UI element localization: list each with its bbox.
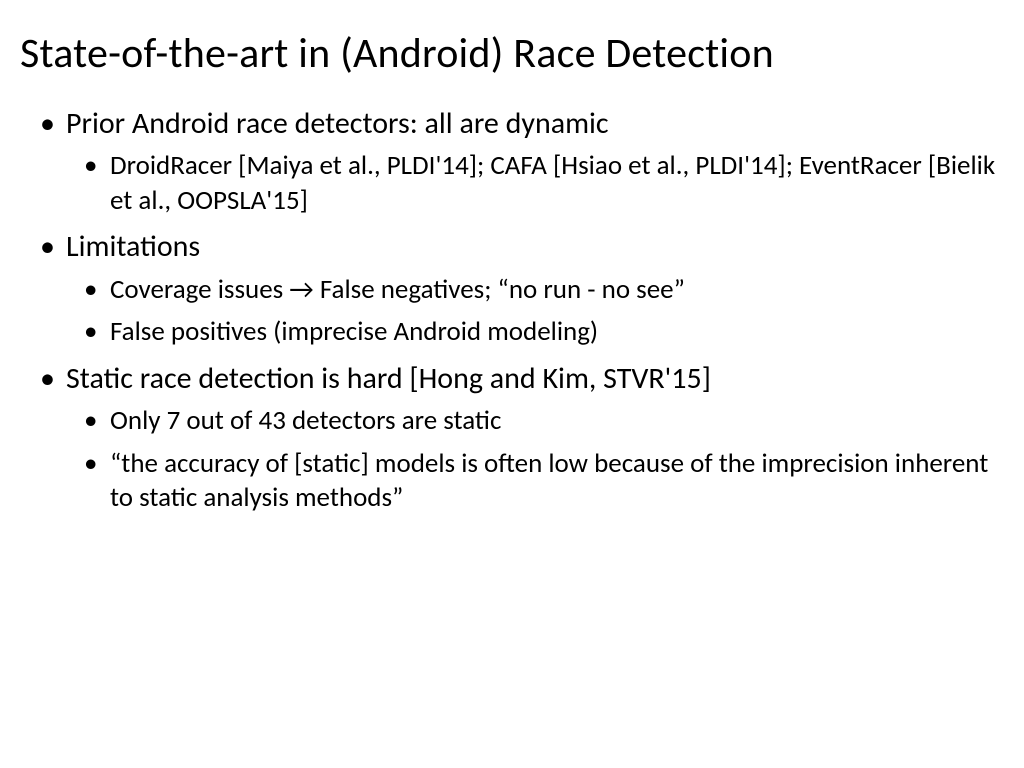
bullet-text: Limitations [66,228,200,265]
sub-bullet-list: Only 7 out of 43 detectors are static “t… [66,404,1004,516]
bullet-list: Prior Android race detectors: all are dy… [38,105,1004,516]
sub-bullet-text: “the accuracy of [static] models is ofte… [110,447,988,515]
bullet-item: Prior Android race detectors: all are dy… [66,105,1004,218]
slide-title: State-of-the-art in (Android) Race Detec… [20,28,1004,79]
sub-bullet-text: Only 7 out of 43 detectors are static [110,404,501,437]
sub-bullet-item: Coverage issues → False negatives; “no r… [110,273,1004,308]
sub-bullet-list: DroidRacer [Maiya et al., PLDI'14]; CAFA… [66,149,1004,218]
slide: State-of-the-art in (Android) Race Detec… [0,0,1024,566]
bullet-item: Static race detection is hard [Hong and … [66,360,1004,516]
sub-bullet-item: “the accuracy of [static] models is ofte… [110,447,1004,516]
sub-bullet-list: Coverage issues → False negatives; “no r… [66,273,1004,350]
sub-bullet-text: False positives (imprecise Android model… [110,315,598,348]
slide-content: Prior Android race detectors: all are dy… [20,105,1004,516]
sub-bullet-text: DroidRacer [Maiya et al., PLDI'14]; CAFA… [110,149,995,217]
sub-bullet-item: False positives (imprecise Android model… [110,315,1004,350]
sub-bullet-text: Coverage issues → False negatives; “no r… [110,273,685,306]
bullet-text: Prior Android race detectors: all are dy… [66,105,609,142]
sub-bullet-item: Only 7 out of 43 detectors are static [110,404,1004,439]
bullet-text: Static race detection is hard [Hong and … [66,360,711,397]
sub-bullet-item: DroidRacer [Maiya et al., PLDI'14]; CAFA… [110,149,1004,218]
bullet-item: Limitations Coverage issues → False nega… [66,228,1004,349]
